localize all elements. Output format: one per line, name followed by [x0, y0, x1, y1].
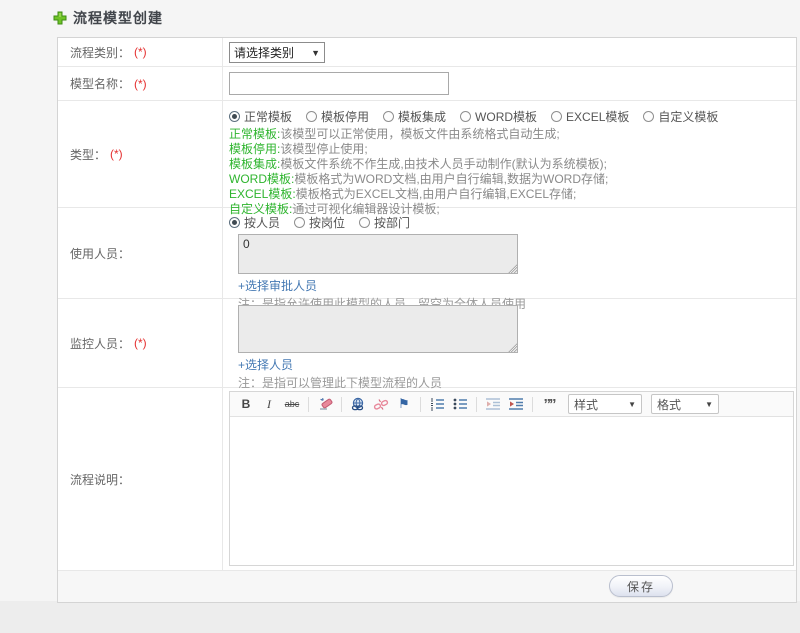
page-bottom-strip: [0, 601, 800, 633]
add-plus-icon: [53, 11, 67, 25]
bullet-list-icon: [453, 398, 467, 410]
row-category: 流程类别： (*) 请选择类别 ▼: [58, 38, 796, 67]
radio-icon: [551, 111, 563, 122]
eraser-icon: [319, 397, 332, 410]
monitors-label: 监控人员： (*): [58, 299, 223, 387]
type-description: 模板停用:该模型停止使用;: [229, 142, 368, 156]
blockquote-button[interactable]: ””: [539, 395, 559, 414]
radio-icon: [229, 217, 240, 228]
anchor-flag-button[interactable]: ⚑: [394, 395, 414, 414]
type-radio-group: 正常模板 模板停用 模板集成 WORD模板 EXCEL模板 自定义模板: [229, 108, 796, 125]
strikethrough-button[interactable]: abc: [282, 395, 302, 414]
bullet-list-button[interactable]: [450, 395, 470, 414]
radio-icon: [643, 111, 655, 122]
resize-handle-icon[interactable]: [508, 264, 517, 273]
remove-format-button[interactable]: [315, 395, 335, 414]
required-mark: (*): [134, 45, 147, 59]
flag-icon: ⚑: [398, 396, 410, 411]
name-label: 模型名称： (*): [58, 67, 223, 100]
type-description: 模板集成:模板文件系统不作生成,由技术人员手动制作(默认为系统模板);: [229, 157, 608, 171]
toolbar-separator: [341, 396, 342, 412]
type-description: 正常模板:该模型可以正常使用，模板文件由系统格式自动生成;: [229, 127, 560, 141]
indent-button[interactable]: [506, 395, 526, 414]
users-mode-radio-group: 按人员 按岗位 按部门: [229, 214, 796, 231]
toolbar-separator: [308, 396, 309, 412]
row-type: 类型： (*) 正常模板 模板停用 模板集成 WORD模板 EXCEL模板 自定…: [58, 101, 796, 216]
styles-select[interactable]: 样式 ▼: [568, 394, 642, 414]
outdent-icon: [486, 398, 500, 410]
chevron-down-icon: ▼: [311, 47, 320, 58]
radio-icon: [460, 111, 472, 122]
category-label: 流程类别： (*): [58, 38, 223, 66]
select-approvers-link[interactable]: +选择审批人员: [238, 277, 317, 294]
broken-chain-icon: [373, 398, 389, 410]
required-mark: (*): [110, 147, 123, 161]
select-monitors-link[interactable]: +选择人员: [238, 356, 293, 373]
rich-text-editor: B I abc ⚑ ”” 样式 ▼ 格式 ▼: [229, 391, 794, 566]
model-name-input[interactable]: [229, 72, 449, 95]
form-footer: 保存: [58, 571, 796, 602]
page-header: 流程模型创建: [53, 8, 163, 28]
outdent-button[interactable]: [483, 395, 503, 414]
type-label: 类型： (*): [58, 101, 223, 207]
type-description: EXCEL模板:模板格式为EXCEL文档,由用户自行编辑,EXCEL存储;: [229, 187, 577, 201]
description-label: 流程说明：: [58, 388, 223, 570]
insert-link-button[interactable]: [348, 395, 368, 414]
radio-excel-template[interactable]: EXCEL模板: [551, 108, 629, 125]
process-model-form: 流程类别： (*) 请选择类别 ▼ 模型名称： (*) 类型： (*) 正常模板…: [57, 37, 797, 603]
users-label: 使用人员：: [58, 208, 223, 298]
chevron-down-icon: ▼: [628, 399, 636, 409]
radio-custom-template[interactable]: 自定义模板: [643, 108, 718, 125]
row-name: 模型名称： (*): [58, 67, 796, 101]
required-mark: (*): [134, 336, 147, 350]
link-globe-icon: [351, 397, 364, 410]
radio-icon: [383, 111, 395, 122]
radio-template-disabled[interactable]: 模板停用: [306, 108, 369, 125]
bold-button[interactable]: B: [236, 395, 256, 414]
radio-by-person[interactable]: 按人员: [229, 214, 280, 231]
radio-by-department[interactable]: 按部门: [359, 214, 410, 231]
type-description: WORD模板:模板格式为WORD文档,由用户自行编辑,数据为WORD存储;: [229, 172, 609, 186]
radio-normal-template[interactable]: 正常模板: [229, 108, 292, 125]
numbered-list-icon: [431, 398, 444, 411]
radio-word-template[interactable]: WORD模板: [460, 108, 537, 125]
required-mark: (*): [134, 76, 147, 91]
users-textarea[interactable]: 0: [238, 234, 518, 274]
toolbar-separator: [420, 396, 421, 412]
radio-icon: [294, 217, 306, 228]
save-button[interactable]: 保存: [609, 575, 673, 597]
category-select[interactable]: 请选择类别 ▼: [229, 42, 325, 63]
row-users: 使用人员： 按人员 按岗位 按部门 0 +选择审批人员 注：是指允许使用此模型的…: [58, 208, 796, 311]
toolbar-separator: [476, 396, 477, 412]
chevron-down-icon: ▼: [705, 399, 713, 409]
radio-icon: [229, 111, 240, 122]
radio-template-integrated[interactable]: 模板集成: [383, 108, 446, 125]
radio-icon: [306, 111, 318, 122]
toolbar-separator: [532, 396, 533, 412]
monitors-textarea[interactable]: [238, 305, 518, 353]
row-description: 流程说明： B I abc ⚑ ”” 样式 ▼ 格式 ▼: [58, 388, 796, 571]
indent-icon: [509, 398, 523, 410]
radio-icon: [359, 217, 371, 228]
editor-toolbar: B I abc ⚑ ”” 样式 ▼ 格式 ▼: [230, 392, 793, 417]
unlink-button[interactable]: [371, 395, 391, 414]
format-select[interactable]: 格式 ▼: [651, 394, 719, 414]
resize-handle-icon[interactable]: [508, 343, 517, 352]
ordered-list-button[interactable]: [427, 395, 447, 414]
row-monitors: 监控人员： (*) +选择人员 注：是指可以管理此下模型流程的人员: [58, 299, 796, 390]
editor-content-area[interactable]: [230, 417, 793, 565]
italic-button[interactable]: I: [259, 395, 279, 414]
radio-by-position[interactable]: 按岗位: [294, 214, 345, 231]
page-title: 流程模型创建: [73, 10, 163, 26]
